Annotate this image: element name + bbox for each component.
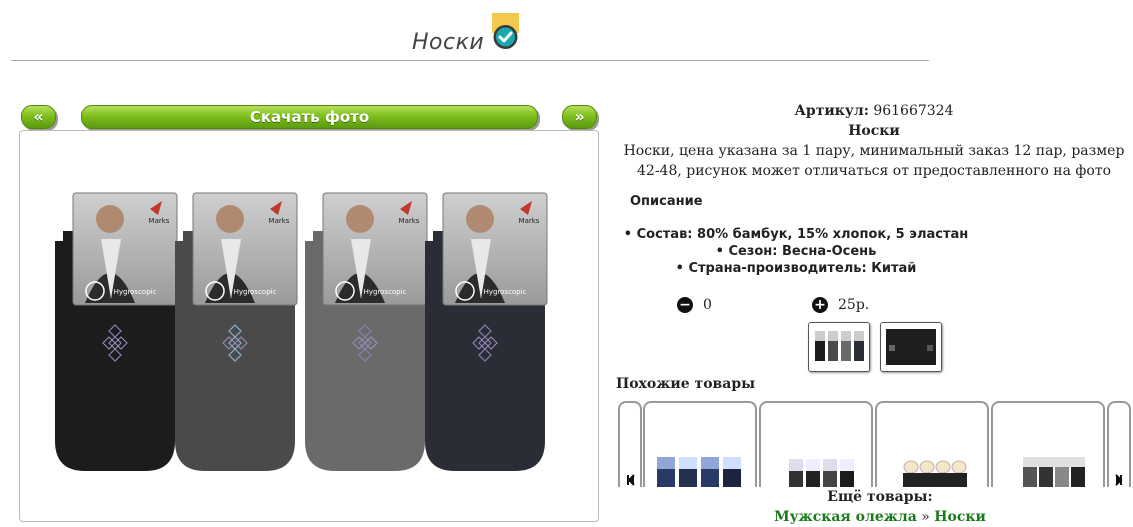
minus-icon[interactable]: − — [677, 297, 693, 313]
photo-thumbnail-2[interactable] — [880, 322, 942, 372]
pack-label-text: Hygroscopic — [234, 288, 277, 296]
breadcrumb-category-link[interactable]: Мужская олежла — [774, 509, 917, 525]
plus-icon[interactable]: + — [812, 297, 828, 313]
prop-composition: Состав: 80% бамбук, 15% хлопок, 5 эласта… — [615, 226, 977, 243]
prop-season: Сезон: Весна-Осень — [615, 243, 977, 260]
more-products: Ещё товары: Мужская олежла » Носки — [700, 487, 1060, 527]
price-value: 25р. — [838, 297, 870, 313]
similar-heading: Похожие товары — [616, 376, 756, 392]
next-photo-button[interactable]: » — [562, 105, 597, 129]
download-photo-button[interactable]: Скачать фото — [81, 105, 538, 129]
product-name: Носки — [848, 123, 900, 139]
sock-pack-3: Marks Hygroscopic — [305, 192, 428, 471]
pack-brand-text: Marks — [149, 217, 170, 225]
quantity-control: − 0 — [677, 297, 712, 313]
prop-country: Страна-производитель: Китай — [615, 260, 977, 277]
quantity-value: 0 — [703, 297, 712, 313]
carousel-prev-button[interactable] — [618, 401, 642, 487]
breadcrumb-current-link[interactable]: Носки — [934, 509, 986, 525]
product-info: Артикул: 961667324 Носки Носки, цена ука… — [615, 101, 1133, 181]
similar-item-2[interactable] — [759, 401, 873, 487]
sock-pack-1: Marks Hygroscopic — [55, 192, 178, 471]
product-summary: Носки, цена указана за 1 пару, минимальн… — [623, 143, 1125, 179]
pack-label-text: Hygroscopic — [364, 288, 407, 296]
header-divider — [11, 60, 929, 61]
similar-item-4[interactable] — [991, 401, 1105, 487]
pack-label-text: Hygroscopic — [484, 288, 527, 296]
description-heading: Описание — [630, 194, 703, 209]
product-properties: Состав: 80% бамбук, 15% хлопок, 5 эласта… — [615, 226, 977, 277]
more-heading: Ещё товары: — [827, 489, 933, 505]
article-label: Артикул: — [794, 103, 869, 119]
breadcrumb-separator: » — [921, 509, 930, 525]
similar-item-1[interactable] — [643, 401, 757, 487]
article-value: 961667324 — [873, 103, 954, 119]
carousel-next-button[interactable] — [1107, 401, 1131, 487]
pack-label-text: Hygroscopic — [114, 288, 157, 296]
sock-pack-4: Marks Hygroscopic — [425, 192, 548, 471]
pack-brand-text: Marks — [269, 217, 290, 225]
photo-thumbnail-1[interactable] — [808, 322, 870, 372]
sock-pack-2: Marks Hygroscopic — [175, 192, 298, 471]
prev-photo-button[interactable]: « — [21, 105, 56, 129]
pack-brand-text: Marks — [519, 217, 540, 225]
product-photo[interactable]: Marks Hygroscopic Marks Hygroscopic Marks Hyg… — [19, 130, 599, 522]
price-control: + 25р. — [812, 297, 869, 313]
verified-badge-icon — [491, 13, 520, 53]
pack-brand-text: Marks — [399, 217, 420, 225]
page-title: Носки — [412, 30, 485, 55]
similar-item-3[interactable] — [875, 401, 989, 487]
